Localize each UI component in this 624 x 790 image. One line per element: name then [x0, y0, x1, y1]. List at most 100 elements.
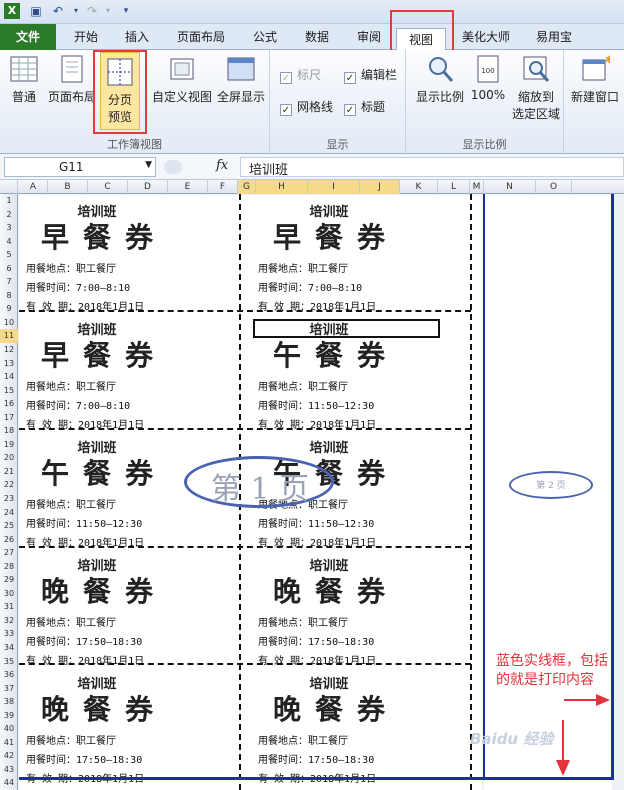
column-header-b[interactable]: B	[48, 180, 88, 194]
zoom-100-icon: 100	[473, 54, 503, 84]
row-header-7[interactable]: 7	[0, 275, 18, 289]
full-screen-button[interactable]: 全屏显示	[214, 54, 268, 105]
tab-formulas[interactable]: 公式	[242, 24, 288, 50]
row-header-23[interactable]: 23	[0, 492, 18, 506]
row-header-24[interactable]: 24	[0, 506, 18, 520]
row-header-2[interactable]: 2	[0, 208, 18, 222]
svg-text:✱: ✱	[605, 55, 610, 66]
zoom-button[interactable]: 显示比例	[412, 54, 468, 105]
row-header-18[interactable]: 18	[0, 424, 18, 438]
row-header-38[interactable]: 38	[0, 695, 18, 709]
undo-dropdown-icon[interactable]: ▾	[68, 3, 84, 19]
column-header-j[interactable]: J	[360, 180, 400, 194]
normal-view-button[interactable]: 普通	[4, 54, 44, 105]
row-header-41[interactable]: 41	[0, 736, 18, 750]
row-header-17[interactable]: 17	[0, 411, 18, 425]
formula-bar-checkbox[interactable]: ✓ 编辑栏	[344, 66, 397, 84]
row-header-33[interactable]: 33	[0, 627, 18, 641]
row-header-8[interactable]: 8	[0, 289, 18, 303]
row-header-27[interactable]: 27	[0, 546, 18, 560]
tab-home[interactable]: 开始	[62, 24, 110, 50]
row-header-15[interactable]: 15	[0, 384, 18, 398]
column-header-i[interactable]: I	[308, 180, 360, 194]
zoom-selection-icon	[521, 54, 551, 84]
row-header-29[interactable]: 29	[0, 573, 18, 587]
row-header-4[interactable]: 4	[0, 235, 18, 249]
row-header-39[interactable]: 39	[0, 709, 18, 723]
row-header-42[interactable]: 42	[0, 749, 18, 763]
formula-bar-splitter[interactable]	[164, 160, 182, 174]
column-header-e[interactable]: E	[168, 180, 208, 194]
column-header-c[interactable]: C	[88, 180, 128, 194]
row-header-40[interactable]: 40	[0, 722, 18, 736]
column-header-m[interactable]: M	[470, 180, 484, 194]
row-header-32[interactable]: 32	[0, 614, 18, 628]
name-box-dropdown-icon[interactable]: ▼	[145, 160, 152, 170]
undo-icon[interactable]: ↶	[50, 3, 66, 19]
select-all-corner[interactable]	[0, 180, 18, 194]
tab-easy-tools[interactable]: 易用宝	[526, 24, 582, 50]
row-header-9[interactable]: 9	[0, 302, 18, 316]
ruler-checkbox[interactable]: ✓ 标尺	[280, 66, 321, 84]
formula-input[interactable]: 培训班	[240, 157, 624, 178]
row-header-37[interactable]: 37	[0, 682, 18, 696]
row-header-14[interactable]: 14	[0, 370, 18, 384]
row-header-28[interactable]: 28	[0, 560, 18, 574]
column-header-g[interactable]: G	[238, 180, 256, 194]
row-header-36[interactable]: 36	[0, 668, 18, 682]
redo-dropdown-icon[interactable]: ▾	[100, 3, 116, 19]
zoom-label: 显示比例	[415, 90, 464, 104]
row-header-13[interactable]: 13	[0, 357, 18, 371]
column-header-k[interactable]: K	[400, 180, 438, 194]
column-header-l[interactable]: L	[438, 180, 470, 194]
redo-icon[interactable]: ↷	[84, 3, 100, 19]
page-layout-label: 页面布局	[47, 90, 96, 104]
page-layout-view-button[interactable]: 页面布局	[46, 54, 98, 105]
row-header-44[interactable]: 44	[0, 776, 18, 790]
row-header-10[interactable]: 10	[0, 316, 18, 330]
row-header-12[interactable]: 12	[0, 343, 18, 357]
zoom-to-selection-button[interactable]: 缩放到 选定区域	[508, 54, 564, 122]
tab-data[interactable]: 数据	[294, 24, 340, 50]
row-header-26[interactable]: 26	[0, 533, 18, 547]
row-header-19[interactable]: 19	[0, 438, 18, 452]
column-header-a[interactable]: A	[19, 180, 48, 194]
row-header-25[interactable]: 25	[0, 519, 18, 533]
headings-checkbox[interactable]: ✓ 标题	[344, 98, 385, 116]
tab-review[interactable]: 审阅	[346, 24, 392, 50]
column-header-n[interactable]: N	[484, 180, 536, 194]
row-header-5[interactable]: 5	[0, 248, 18, 262]
column-header-o[interactable]: O	[536, 180, 572, 194]
row-header-31[interactable]: 31	[0, 600, 18, 614]
row-header-21[interactable]: 21	[0, 465, 18, 479]
worksheet-page-break-preview[interactable]: ABCDEFGHIJKLMNO 1 2 3 4 5 6 7 8 9 10 11 12 13 14 15 16 1…	[0, 180, 624, 790]
name-box[interactable]: G11 ▼	[4, 157, 156, 177]
fx-icon[interactable]: fx	[216, 158, 228, 173]
page-separator-line	[483, 194, 485, 780]
column-header-f[interactable]: F	[208, 180, 238, 194]
zoom-100-button[interactable]: 100 100%	[468, 54, 508, 102]
row-header-1[interactable]: 1	[0, 194, 18, 208]
formula-bar: G11 ▼ fx 培训班	[0, 154, 624, 180]
new-window-button[interactable]: ✱ 新建窗口	[566, 54, 624, 105]
row-header-30[interactable]: 30	[0, 587, 18, 601]
customize-toolbar-icon[interactable]: ▾	[118, 3, 134, 19]
row-header-35[interactable]: 35	[0, 655, 18, 669]
row-header-6[interactable]: 6	[0, 262, 18, 276]
row-header-11[interactable]: 11	[0, 329, 18, 343]
row-header-34[interactable]: 34	[0, 641, 18, 655]
column-header-h[interactable]: H	[256, 180, 308, 194]
custom-views-button[interactable]: 自定义视图	[150, 54, 214, 105]
tab-file[interactable]: 文件	[0, 24, 56, 50]
row-header-20[interactable]: 20	[0, 451, 18, 465]
column-header-d[interactable]: D	[128, 180, 168, 194]
row-header-43[interactable]: 43	[0, 763, 18, 777]
tab-insert[interactable]: 插入	[114, 24, 160, 50]
save-icon[interactable]: ▣	[28, 3, 44, 19]
tab-beautify-master[interactable]: 美化大师	[452, 24, 520, 50]
row-header-16[interactable]: 16	[0, 397, 18, 411]
row-header-3[interactable]: 3	[0, 221, 18, 235]
tab-page-layout[interactable]: 页面布局	[166, 24, 236, 50]
row-header-22[interactable]: 22	[0, 478, 18, 492]
gridlines-checkbox[interactable]: ✓ 网格线	[280, 98, 333, 116]
